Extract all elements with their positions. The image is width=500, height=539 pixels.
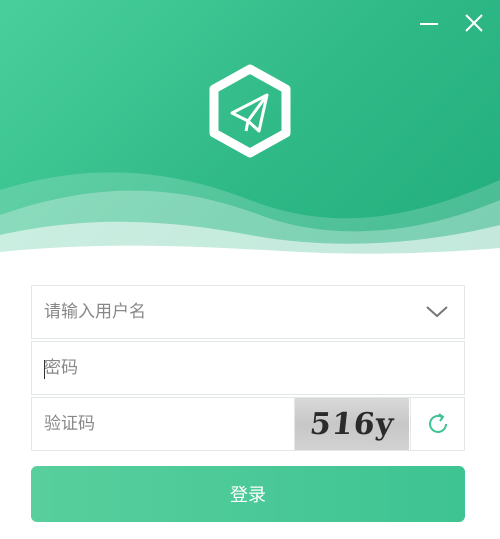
- minimize-button[interactable]: [416, 10, 442, 36]
- captcha-text: 516y: [308, 406, 396, 442]
- minimize-icon: [420, 23, 438, 25]
- paper-plane-hexagon-icon: [209, 64, 291, 158]
- password-input[interactable]: [32, 342, 464, 394]
- captcha-image[interactable]: 516y: [294, 398, 409, 450]
- username-dropdown-button[interactable]: [410, 286, 464, 338]
- refresh-icon: [428, 413, 447, 433]
- login-form: 516y 登录: [31, 285, 465, 522]
- username-row: [31, 285, 465, 339]
- captcha-input[interactable]: [32, 398, 294, 450]
- captcha-refresh-button[interactable]: [410, 398, 464, 450]
- password-row: [31, 341, 465, 395]
- chevron-down-icon: [426, 306, 448, 318]
- close-button[interactable]: [461, 10, 487, 36]
- text-caret: [44, 360, 45, 379]
- captcha-row: 516y: [31, 397, 465, 451]
- close-icon: [465, 14, 483, 32]
- header-banner: [0, 0, 500, 270]
- wave-decoration: [0, 172, 500, 270]
- username-input[interactable]: [32, 286, 410, 338]
- login-button[interactable]: 登录: [31, 466, 465, 522]
